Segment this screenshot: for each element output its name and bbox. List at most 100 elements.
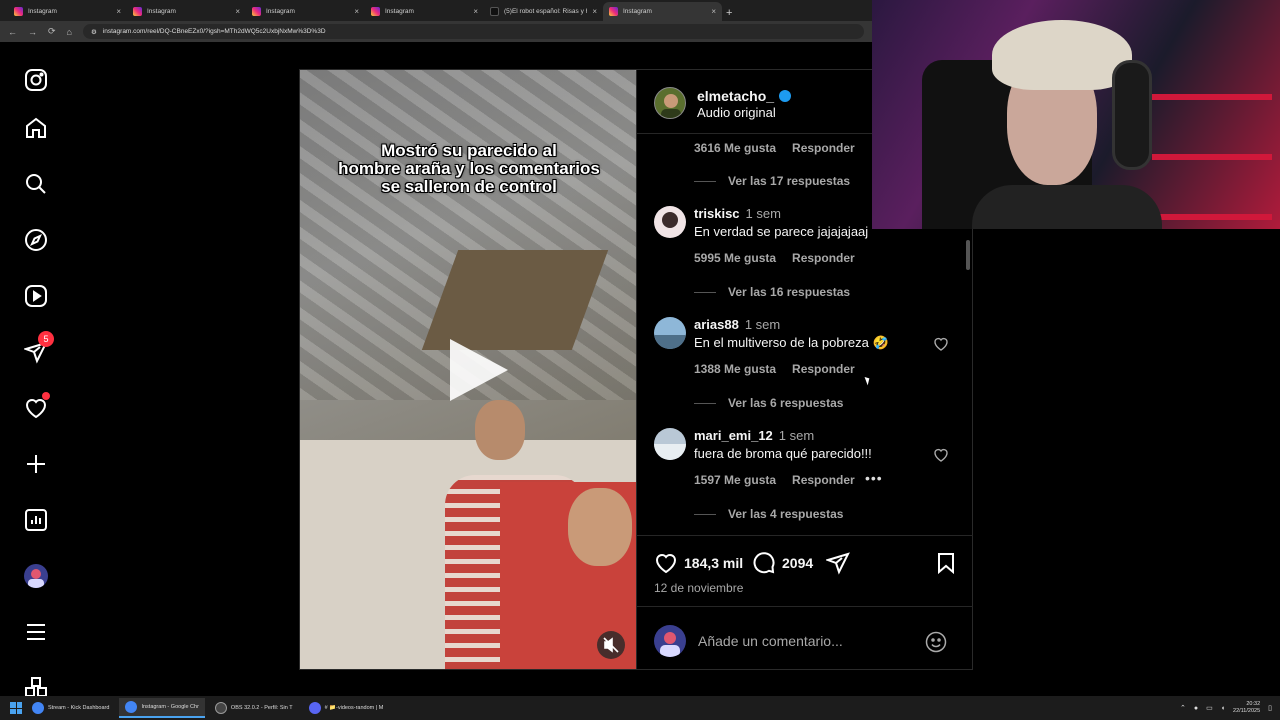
- reply-button[interactable]: Responder: [792, 362, 855, 376]
- audio-link[interactable]: Audio original: [697, 105, 776, 120]
- author-username[interactable]: elmetacho_: [697, 88, 792, 104]
- commenter-name[interactable]: arias88 1 sem: [694, 317, 780, 332]
- browser-tab-4[interactable]: Instagram ×: [365, 2, 484, 21]
- browser-tab-3[interactable]: Instagram ×: [246, 2, 365, 21]
- view-replies-button[interactable]: Ver las 4 respuestas: [694, 507, 843, 521]
- windows-start-icon[interactable]: [10, 702, 22, 714]
- mute-icon[interactable]: [597, 631, 625, 659]
- comment-likes[interactable]: 5995 Me gusta: [694, 251, 776, 265]
- share-button[interactable]: [826, 551, 850, 575]
- comment-likes[interactable]: 1388 Me gusta: [694, 362, 776, 376]
- create-icon[interactable]: [24, 452, 48, 476]
- webcam-headphones: [1112, 60, 1152, 170]
- more-apps-icon[interactable]: [24, 676, 48, 696]
- play-icon[interactable]: [442, 335, 512, 405]
- comment-meta: 1597 Me gusta Responder: [694, 473, 871, 487]
- system-tray: ⌃ ● ▭ ◖ 20:32 22/11/2025 ▯: [1180, 701, 1280, 715]
- close-tab-icon[interactable]: ×: [473, 7, 478, 16]
- reply-button[interactable]: Responder: [792, 251, 855, 265]
- add-comment-bar: Añade un comentario...: [637, 606, 973, 671]
- url-text: instagram.com/reel/DQ-CBneEZx0/?igsh=MTh…: [102, 28, 326, 35]
- tray-chevron-icon[interactable]: ⌃: [1180, 704, 1186, 712]
- comment-count: 2094: [782, 555, 814, 571]
- home-icon[interactable]: [24, 116, 48, 140]
- taskbar-item-kick[interactable]: Stream - Kick Dashboard: [26, 698, 115, 718]
- network-icon[interactable]: ▭: [1206, 704, 1213, 712]
- webcam-hair: [992, 20, 1132, 90]
- commenter-username: mari_emi_12: [694, 428, 773, 443]
- browser-tab-6-active[interactable]: Instagram ×: [603, 2, 722, 21]
- like-button[interactable]: 184,3 mil: [654, 551, 743, 575]
- close-tab-icon[interactable]: ×: [235, 7, 240, 16]
- reply-button[interactable]: Responder: [792, 141, 855, 155]
- messages-icon[interactable]: 5: [24, 331, 54, 364]
- comment-options-button[interactable]: •••: [865, 470, 883, 486]
- profile-icon[interactable]: [24, 564, 48, 588]
- reload-icon[interactable]: ⟳: [48, 26, 56, 37]
- webcam-shelf: [1152, 40, 1272, 220]
- notifications-tray-icon[interactable]: ▯: [1268, 704, 1272, 712]
- person-head: [475, 400, 525, 460]
- browser-tab-5[interactable]: (5)El robot español: Risas y hum ×: [484, 2, 603, 21]
- commenter-avatar[interactable]: [654, 317, 686, 349]
- view-replies-button[interactable]: Ver las 16 respuestas: [694, 285, 850, 299]
- instagram-icon: [609, 7, 618, 16]
- commenter-name[interactable]: mari_emi_12 1 sem: [694, 428, 814, 443]
- scrollbar-thumb[interactable]: [966, 240, 970, 270]
- commenter-avatar[interactable]: [654, 206, 686, 238]
- view-replies-button[interactable]: Ver las 17 respuestas: [694, 174, 850, 188]
- volume-icon[interactable]: ◖: [1221, 705, 1225, 712]
- close-tab-icon[interactable]: ×: [116, 7, 121, 16]
- close-tab-icon[interactable]: ×: [354, 7, 359, 16]
- emoji-icon[interactable]: [925, 631, 947, 653]
- tab-title: Instagram: [385, 8, 414, 15]
- tab-title: (5)El robot español: Risas y hum: [504, 8, 587, 15]
- explore-icon[interactable]: [24, 228, 48, 252]
- commenter-avatar[interactable]: [654, 428, 686, 460]
- verified-icon: [779, 90, 792, 102]
- reply-button[interactable]: Responder: [792, 473, 855, 487]
- tab-title: Instagram: [147, 8, 176, 15]
- share-icon: [826, 552, 850, 575]
- forward-icon[interactable]: →: [28, 27, 37, 37]
- messages-badge: 5: [38, 331, 54, 347]
- taskbar-item-instagram[interactable]: Instagram - Google Chr: [119, 698, 205, 718]
- comment-icon: [753, 552, 775, 574]
- browser-tab-1[interactable]: Instagram ×: [8, 2, 127, 21]
- commenter-username: triskisc: [694, 206, 740, 221]
- close-tab-icon[interactable]: ×: [711, 7, 716, 16]
- streamer-webcam-overlay: [872, 0, 1280, 229]
- notifications-icon[interactable]: [24, 392, 50, 420]
- author-avatar[interactable]: [654, 87, 686, 119]
- notification-dot: [42, 392, 50, 400]
- search-icon[interactable]: [24, 172, 48, 196]
- save-button[interactable]: [934, 551, 958, 575]
- taskbar-label: Stream - Kick Dashboard: [48, 705, 110, 711]
- taskbar-item-discord[interactable]: # 📁-videos-random | M: [303, 698, 390, 718]
- clock[interactable]: 20:32 22/11/2025: [1233, 701, 1260, 715]
- like-comment-icon[interactable]: [933, 336, 949, 352]
- menu-icon[interactable]: [24, 620, 48, 644]
- add-comment-input[interactable]: Añade un comentario...: [698, 633, 843, 649]
- view-replies-button[interactable]: Ver las 6 respuestas: [694, 396, 843, 410]
- browser-tab-2[interactable]: Instagram ×: [127, 2, 246, 21]
- dashboard-icon[interactable]: [24, 508, 48, 532]
- comment-button[interactable]: 2094: [752, 551, 813, 575]
- new-tab-button[interactable]: +: [726, 7, 732, 19]
- back-icon[interactable]: ←: [8, 27, 17, 37]
- comment-likes[interactable]: 3616 Me gusta: [694, 141, 776, 155]
- instagram-logo-icon[interactable]: [24, 68, 48, 92]
- like-comment-icon[interactable]: [933, 447, 949, 463]
- commenter-name[interactable]: triskisc 1 sem: [694, 206, 781, 221]
- close-tab-icon[interactable]: ×: [592, 7, 597, 16]
- comments-scrollbar[interactable]: [966, 230, 970, 535]
- site-info-icon[interactable]: ⚙: [91, 28, 97, 36]
- microphone-icon[interactable]: ●: [1194, 705, 1198, 712]
- url-field[interactable]: ⚙ instagram.com/reel/DQ-CBneEZx0/?igsh=M…: [82, 24, 864, 39]
- reels-icon[interactable]: [24, 284, 48, 308]
- home-button-icon[interactable]: ⌂: [67, 27, 72, 37]
- comment-likes[interactable]: 1597 Me gusta: [694, 473, 776, 487]
- bookmark-icon: [938, 553, 954, 575]
- reel-video-player[interactable]: Mostró su parecido al hombre araña y los…: [299, 69, 637, 670]
- taskbar-item-obs[interactable]: OBS 32.0.2 - Perfil: Sin T: [209, 698, 299, 718]
